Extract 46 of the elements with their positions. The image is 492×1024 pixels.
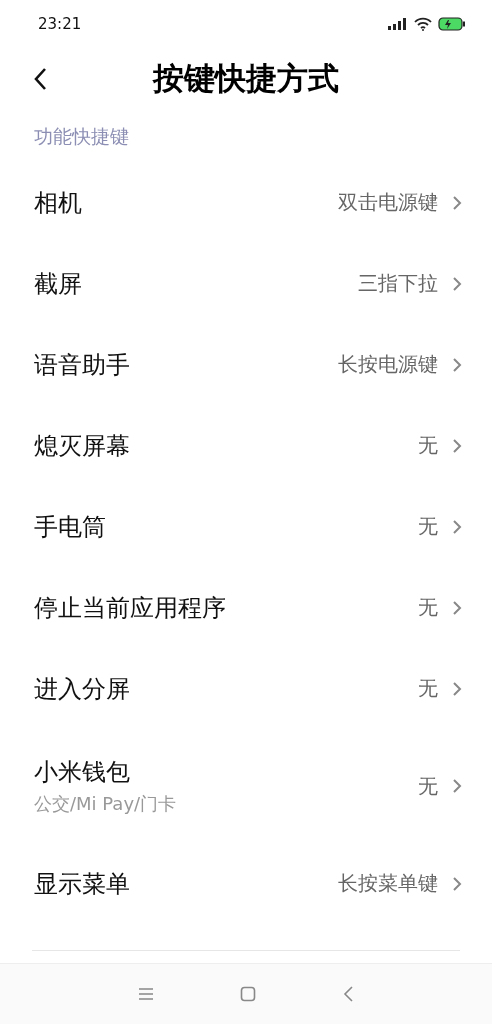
item-value: 无 — [418, 432, 438, 459]
chevron-icon — [452, 275, 462, 292]
item-label: 进入分屏 — [34, 673, 130, 705]
wifi-icon — [414, 17, 432, 31]
item-label: 语音助手 — [34, 349, 130, 381]
home-icon[interactable] — [240, 986, 256, 1002]
item-value: 无 — [418, 594, 438, 621]
page-title: 按键快捷方式 — [153, 59, 339, 98]
item-value: 双击电源键 — [338, 189, 438, 216]
shortcut-item[interactable]: 小米钱包 公交/Mi Pay/门卡 无 — [0, 729, 492, 843]
item-subtitle: 公交/Mi Pay/门卡 — [34, 792, 177, 816]
shortcut-item[interactable]: 相机 双击电源键 — [0, 162, 492, 243]
item-label: 显示菜单 — [34, 868, 130, 900]
item-label: 熄灭屏幕 — [34, 430, 130, 462]
item-value: 长按电源键 — [338, 351, 438, 378]
shortcut-item[interactable]: 熄灭屏幕 无 — [0, 405, 492, 486]
shortcut-item[interactable]: 停止当前应用程序 无 — [0, 567, 492, 648]
item-value: 三指下拉 — [358, 270, 438, 297]
item-label: 相机 — [34, 187, 82, 219]
item-value: 无 — [418, 675, 438, 702]
shortcut-item[interactable]: 语音助手 长按电源键 — [0, 324, 492, 405]
signal-icon — [388, 18, 408, 30]
back-icon[interactable] — [342, 985, 354, 1003]
shortcut-item[interactable]: 截屏 三指下拉 — [0, 243, 492, 324]
item-label: 停止当前应用程序 — [34, 592, 226, 624]
item-label: 小米钱包 — [34, 757, 131, 788]
chevron-icon — [452, 518, 462, 535]
chevron-icon — [452, 599, 462, 616]
menu-icon[interactable] — [138, 987, 154, 1001]
chevron-icon — [452, 680, 462, 697]
item-value: 长按菜单键 — [338, 870, 438, 897]
chevron-icon — [452, 194, 462, 211]
battery-icon — [438, 17, 466, 31]
item-value: 无 — [418, 772, 438, 800]
chevron-icon — [452, 875, 462, 892]
chevron-icon — [452, 778, 462, 794]
item-label: 截屏 — [34, 268, 82, 300]
shortcut-item[interactable]: 手电筒 无 — [0, 486, 492, 567]
chevron-icon — [452, 356, 462, 373]
shortcut-item[interactable]: 显示菜单 长按菜单键 — [0, 843, 492, 924]
section-title: 功能快捷键 — [33, 124, 130, 149]
item-label: 手电筒 — [34, 511, 106, 543]
status-time: 23:21 — [38, 15, 82, 33]
shortcut-item[interactable]: 进入分屏 无 — [0, 648, 492, 729]
chevron-icon — [452, 437, 462, 454]
item-value: 无 — [418, 513, 438, 540]
